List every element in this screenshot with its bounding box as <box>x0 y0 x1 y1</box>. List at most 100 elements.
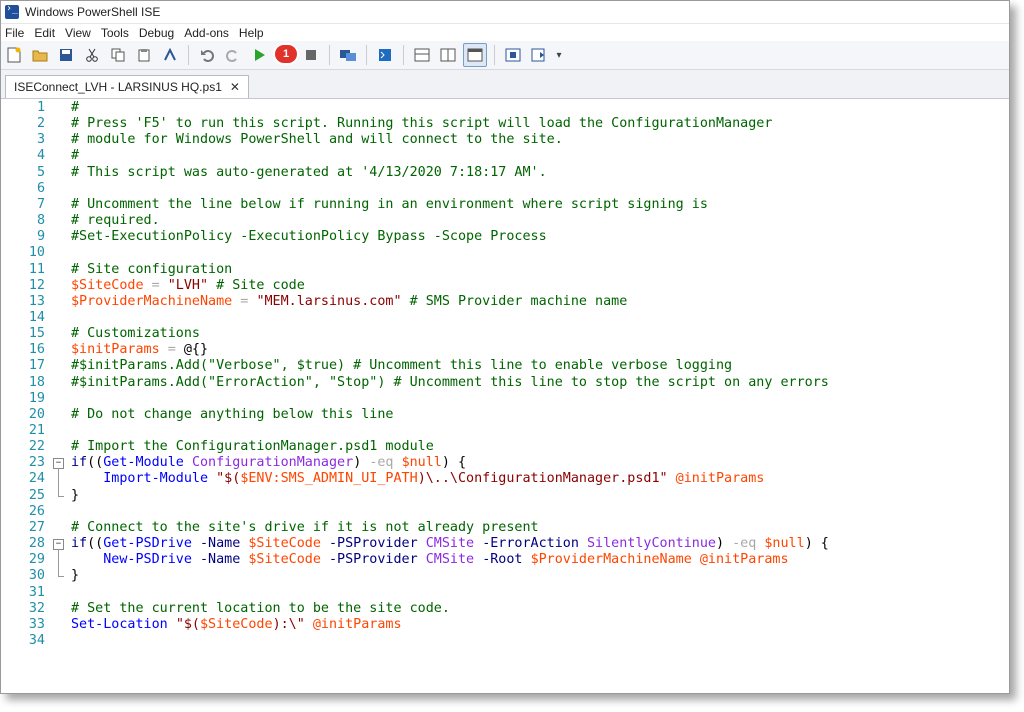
code-line: 14 <box>1 310 1009 326</box>
script-editor[interactable]: 1 #2 # Press 'F5' to run this script. Runn… <box>1 99 1009 693</box>
code-token: if <box>71 536 88 552</box>
code-token: Get-PSDrive <box>103 536 192 552</box>
line-number: 16 <box>28 342 45 358</box>
code-line: 28− if((Get-PSDrive -Name $SiteCode -PSPr… <box>1 536 1009 552</box>
code-text: # Site configuration <box>71 262 232 278</box>
show-script-max-icon[interactable] <box>463 43 487 67</box>
code-token: -Name <box>200 536 241 552</box>
show-script-top-icon[interactable] <box>411 44 433 66</box>
fold-guide <box>58 468 59 496</box>
console-icon[interactable] <box>374 44 396 66</box>
code-text: #Set-ExecutionPolicy -ExecutionPolicy By… <box>71 229 547 245</box>
code-text: # <box>71 100 79 116</box>
close-icon[interactable]: ✕ <box>230 80 240 94</box>
code-line: 13 $ProviderMachineName = "MEM.larsinus.c… <box>1 294 1009 310</box>
menu-view[interactable]: View <box>61 24 97 41</box>
line-number: 22 <box>28 439 45 455</box>
code-token: "$( <box>216 471 241 487</box>
code-token: #Set-ExecutionPolicy -ExecutionPolicy By… <box>71 229 547 245</box>
line-number: 30 <box>28 568 45 584</box>
line-number: 26 <box>28 503 45 519</box>
show-script-right-icon[interactable] <box>437 44 459 66</box>
menu-debug[interactable]: Debug <box>135 24 180 41</box>
code-line: 2 # Press 'F5' to run this script. Runnin… <box>1 116 1009 132</box>
line-number: 9 <box>36 229 45 245</box>
fold-guide-end <box>58 495 64 497</box>
line-number: 14 <box>28 309 45 325</box>
code-line: 6 <box>1 181 1009 197</box>
code-line: 9 #Set-ExecutionPolicy -ExecutionPolicy B… <box>1 229 1009 245</box>
code-line: 21 <box>1 423 1009 439</box>
code-token: } <box>71 568 80 584</box>
menu-file[interactable]: File <box>1 24 30 41</box>
code-token: # <box>71 148 80 164</box>
new-file-icon[interactable] <box>3 44 25 66</box>
save-icon[interactable] <box>55 44 77 66</box>
code-token: Set-Location <box>71 616 168 632</box>
code-token: Get-Module <box>103 455 184 471</box>
line-number: 25 <box>28 487 45 503</box>
remote-powershell-icon[interactable] <box>337 44 359 66</box>
code-text: } <box>71 568 79 584</box>
toolbar-separator <box>188 45 189 65</box>
code-token: CMSite <box>425 552 475 568</box>
code-token: -ErrorAction <box>482 536 579 552</box>
menu-help[interactable]: Help <box>235 24 270 41</box>
code-token: # Uncomment the line below if running in… <box>71 196 708 212</box>
title-bar: Windows PowerShell ISE <box>1 1 1009 24</box>
code-line: 4 # <box>1 148 1009 164</box>
code-token: # Do not change anything below this line <box>71 406 394 422</box>
code-token: New-PSDrive <box>103 552 192 568</box>
menu-edit[interactable]: Edit <box>30 24 61 41</box>
line-number: 11 <box>28 261 45 277</box>
code-token: "$( <box>175 616 200 632</box>
cut-icon[interactable] <box>81 44 103 66</box>
code-line: 30} <box>1 568 1009 584</box>
code-text: # Uncomment the line below if running in… <box>71 197 708 213</box>
code-token: # This script was auto-generated at '4/1… <box>71 164 547 180</box>
code-text: #$initParams.Add("Verbose", $true) # Unc… <box>71 358 732 374</box>
open-folder-icon[interactable] <box>29 44 51 66</box>
code-token: ) { <box>441 455 467 471</box>
toolbar-separator <box>403 45 404 65</box>
script-tab[interactable]: ISEConnect_LVH - LARSINUS HQ.ps1 ✕ <box>5 75 249 98</box>
code-token: ) <box>716 536 733 552</box>
undo-icon[interactable] <box>196 44 218 66</box>
run-script-icon[interactable] <box>248 44 270 66</box>
powershell-app-icon <box>5 3 19 19</box>
code-line: 1 # <box>1 100 1009 116</box>
code-text: # required. <box>71 213 160 229</box>
code-token: = <box>143 277 168 293</box>
code-text: if((Get-PSDrive -Name $SiteCode -PSProvi… <box>71 536 829 552</box>
code-text: # Customizations <box>71 326 200 342</box>
show-addon-icon[interactable] <box>502 44 524 66</box>
menu-tools[interactable]: Tools <box>97 24 135 41</box>
stop-icon[interactable] <box>300 44 322 66</box>
line-number: 27 <box>28 519 45 535</box>
paste-icon[interactable] <box>133 44 155 66</box>
redo-icon[interactable] <box>222 44 244 66</box>
code-text: New-PSDrive -Name $SiteCode -PSProvider … <box>71 552 788 568</box>
code-line: 17 #$initParams.Add("Verbose", $true) # U… <box>1 358 1009 374</box>
code-text: # Press 'F5' to run this script. Running… <box>71 116 772 132</box>
code-token: Import-Module <box>103 471 209 487</box>
toolbar-overflow-icon[interactable]: ▾ <box>554 44 564 66</box>
line-number: 5 <box>36 164 45 180</box>
copy-icon[interactable] <box>107 44 129 66</box>
clear-icon[interactable] <box>159 44 181 66</box>
code-token: # Site code <box>208 277 305 293</box>
code-line: 5 # This script was auto-generated at '4/… <box>1 165 1009 181</box>
menu-addons[interactable]: Add-ons <box>180 24 235 41</box>
show-addon-tools-icon[interactable] <box>528 44 550 66</box>
